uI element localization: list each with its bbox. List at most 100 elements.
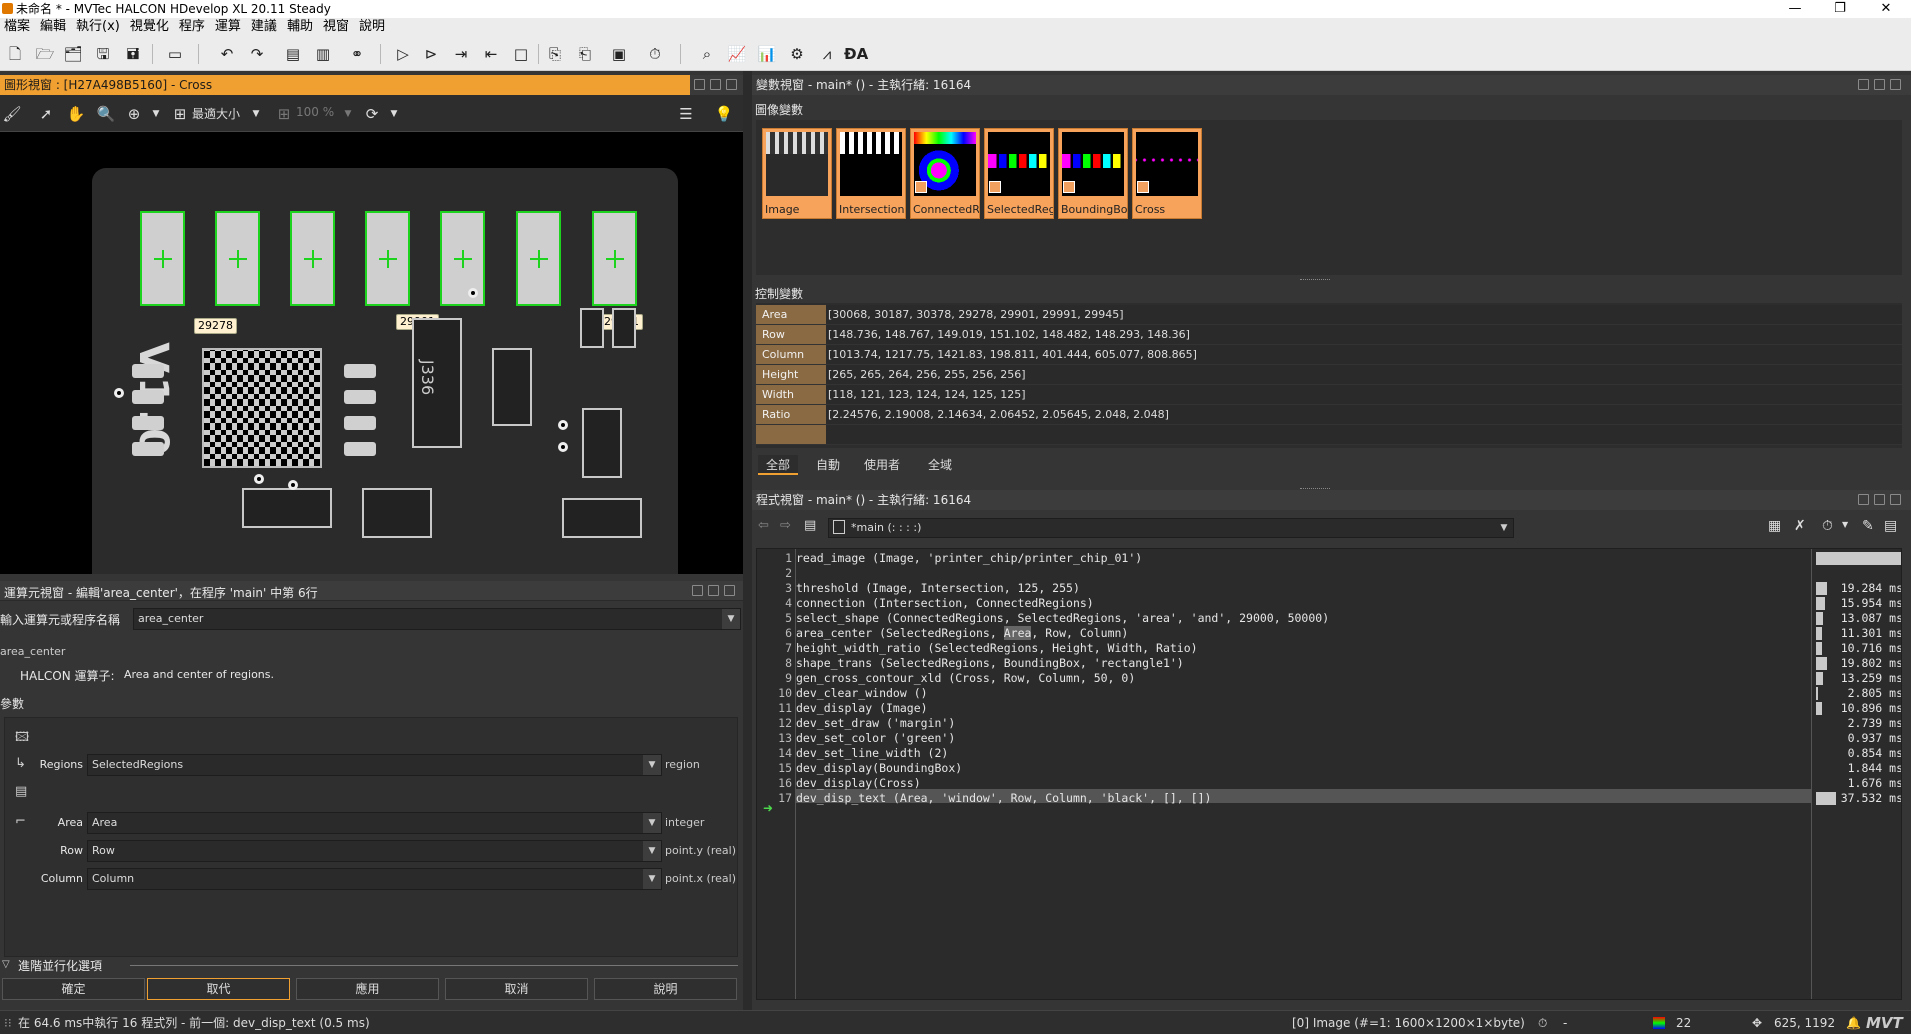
- operator-description[interactable]: Area and center of regions.: [124, 668, 274, 681]
- control-var-row[interactable]: Row [148.736, 148.767, 149.019, 151.102, …: [756, 325, 1902, 345]
- fit-window-icon[interactable]: ⊞: [170, 104, 190, 124]
- undo-icon[interactable]: ↶: [216, 44, 238, 64]
- param-row-field[interactable]: Row ▼: [87, 840, 662, 862]
- help-button[interactable]: 說明: [594, 978, 737, 1000]
- redo-icon[interactable]: ↷: [246, 44, 268, 64]
- tab-all[interactable]: 全部: [758, 455, 799, 475]
- step-into-icon[interactable]: ⇥: [450, 44, 472, 64]
- step-out-icon[interactable]: ⇤: [480, 44, 502, 64]
- control-var-row[interactable]: Width [118, 121, 123, 124, 124, 125, 125]: [756, 385, 1902, 405]
- fit-window-label[interactable]: 最適大小: [192, 105, 240, 122]
- param-regions-field[interactable]: SelectedRegions ▼: [87, 754, 662, 776]
- chevron-down-icon[interactable]: ▼: [722, 609, 740, 629]
- apply-button[interactable]: 應用: [296, 978, 439, 1000]
- float-icon[interactable]: [692, 585, 703, 596]
- pointer-icon[interactable]: ➚: [36, 104, 56, 124]
- menu-file[interactable]: 檔案: [0, 18, 36, 36]
- iconic-var-intersection[interactable]: Intersection: [836, 128, 906, 219]
- iconic-var-cross[interactable]: Cross: [1132, 128, 1202, 219]
- iconic-var-connected[interactable]: ConnectedR: [910, 128, 980, 219]
- histogram-icon[interactable]: 📈: [726, 44, 748, 64]
- maximize-panel-icon[interactable]: [1874, 494, 1885, 505]
- activate-icon[interactable]: ▣: [608, 44, 630, 64]
- close-panel-icon[interactable]: [1890, 494, 1901, 505]
- procedure-edit-icon[interactable]: ▦: [1768, 518, 1781, 534]
- procedure-select[interactable]: *main (: : : :) ▼: [828, 518, 1514, 538]
- maximize-button[interactable]: ❐: [1820, 0, 1860, 18]
- menu-help[interactable]: 說明: [355, 18, 391, 36]
- lightbulb-icon[interactable]: 💡: [714, 104, 734, 124]
- layers-icon[interactable]: ☰: [676, 104, 696, 124]
- close-panel-icon[interactable]: [1890, 79, 1901, 90]
- float-icon[interactable]: [1858, 494, 1869, 505]
- bell-icon[interactable]: 🔔: [1846, 1011, 1861, 1034]
- operator-input-field[interactable]: area_center ▼: [133, 608, 741, 630]
- chevron-down-icon[interactable]: ▼: [643, 813, 661, 833]
- menu-assistants[interactable]: 輔助: [283, 18, 319, 36]
- chevron-down-icon[interactable]: ▼: [246, 104, 266, 124]
- expand-chevron-icon[interactable]: ▽: [2, 959, 10, 970]
- menu-visualization[interactable]: 視覺化: [126, 18, 175, 36]
- iconic-var-boundingbox[interactable]: BoundingBo: [1058, 128, 1128, 219]
- timer-icon[interactable]: ⏱: [644, 44, 666, 64]
- pan-hand-icon[interactable]: ✋: [66, 104, 86, 124]
- new-file-icon[interactable]: 🗋: [4, 44, 26, 64]
- iconic-var-selected[interactable]: SelectedReg: [984, 128, 1054, 219]
- chevron-down-icon[interactable]: ▼: [643, 869, 661, 889]
- close-panel-icon[interactable]: [726, 79, 737, 90]
- run-icon[interactable]: ▷: [392, 44, 414, 64]
- param-column-field[interactable]: Column ▼: [87, 868, 662, 890]
- settings-icon[interactable]: ▥: [312, 44, 334, 64]
- open-file-icon[interactable]: 🗁: [34, 44, 56, 64]
- gray-histogram-icon[interactable]: ⩘: [816, 44, 838, 64]
- binoculars-icon[interactable]: ⚭: [346, 44, 368, 64]
- maximize-panel-icon[interactable]: [1874, 79, 1885, 90]
- record-icon[interactable]: ▭: [164, 44, 186, 64]
- chevron-down-icon[interactable]: ▼: [1842, 520, 1848, 529]
- procedure-list-icon[interactable]: ▤: [804, 518, 816, 533]
- splitter-handle[interactable]: [1300, 279, 1330, 281]
- chevron-down-icon[interactable]: ▼: [643, 841, 661, 861]
- profiler-icon[interactable]: ⏱: [1822, 518, 1833, 534]
- print-icon[interactable]: ▤: [1884, 518, 1897, 534]
- ocr-icon[interactable]: ĐA: [844, 44, 868, 64]
- forward-arrow-icon[interactable]: ⇨: [780, 518, 791, 533]
- iconic-var-image[interactable]: Image: [762, 128, 832, 219]
- chevron-down-icon[interactable]: ▼: [643, 755, 661, 775]
- replace-button[interactable]: 取代: [147, 978, 290, 1000]
- maximize-panel-icon[interactable]: [710, 79, 721, 90]
- clear-brush-icon[interactable]: 🖌: [2, 104, 22, 124]
- float-icon[interactable]: [694, 79, 705, 90]
- clear-breakpoints-icon[interactable]: ✗: [1794, 518, 1806, 534]
- control-var-row[interactable]: Ratio [2.24576, 2.19008, 2.14634, 2.06452…: [756, 405, 1902, 425]
- save-icon[interactable]: 🖫: [92, 44, 114, 64]
- draw-shape-icon[interactable]: ⟳: [362, 104, 382, 124]
- line-profile-icon[interactable]: 📊: [756, 44, 778, 64]
- panel-splitter[interactable]: [743, 71, 752, 1010]
- menu-suggestions[interactable]: 建議: [247, 18, 283, 36]
- ok-button[interactable]: 確定: [2, 978, 145, 1000]
- chevron-down-icon[interactable]: ▼: [146, 104, 166, 124]
- close-button[interactable]: ✕: [1866, 0, 1906, 18]
- step-over-icon[interactable]: ⊳: [420, 44, 442, 64]
- save-all-icon[interactable]: 🖬: [122, 44, 144, 64]
- close-panel-icon[interactable]: [724, 585, 735, 596]
- reset-all-icon[interactable]: ⎗: [574, 44, 596, 64]
- menu-edit[interactable]: 編輯: [36, 18, 72, 36]
- magnifier-icon[interactable]: 🔍: [96, 104, 116, 124]
- menu-window[interactable]: 視窗: [319, 18, 355, 36]
- tab-global[interactable]: 全域: [920, 455, 960, 475]
- zoom-window-icon[interactable]: ⌕: [696, 44, 718, 64]
- menu-procedures[interactable]: 程序: [175, 18, 211, 36]
- tab-auto[interactable]: 自動: [808, 455, 848, 475]
- pen-icon[interactable]: ✎: [1862, 518, 1874, 534]
- reset-icon[interactable]: ⎘: [544, 44, 566, 64]
- stop-icon[interactable]: □: [510, 44, 532, 64]
- properties-icon[interactable]: ▤: [282, 44, 304, 64]
- control-var-row[interactable]: Column [1013.74, 1217.75, 1421.83, 198.81…: [756, 345, 1902, 365]
- menu-execute[interactable]: 執行(x): [72, 18, 126, 36]
- code-editor[interactable]: ➜ 1 read_image (Image, 'printer_chip/prin…: [756, 548, 1902, 1000]
- graphics-canvas[interactable]: 29278 29901 29991 V1.0 J336: [0, 132, 743, 574]
- feature-inspection-icon[interactable]: ⚙: [786, 44, 808, 64]
- chevron-down-icon[interactable]: ▼: [1495, 519, 1513, 537]
